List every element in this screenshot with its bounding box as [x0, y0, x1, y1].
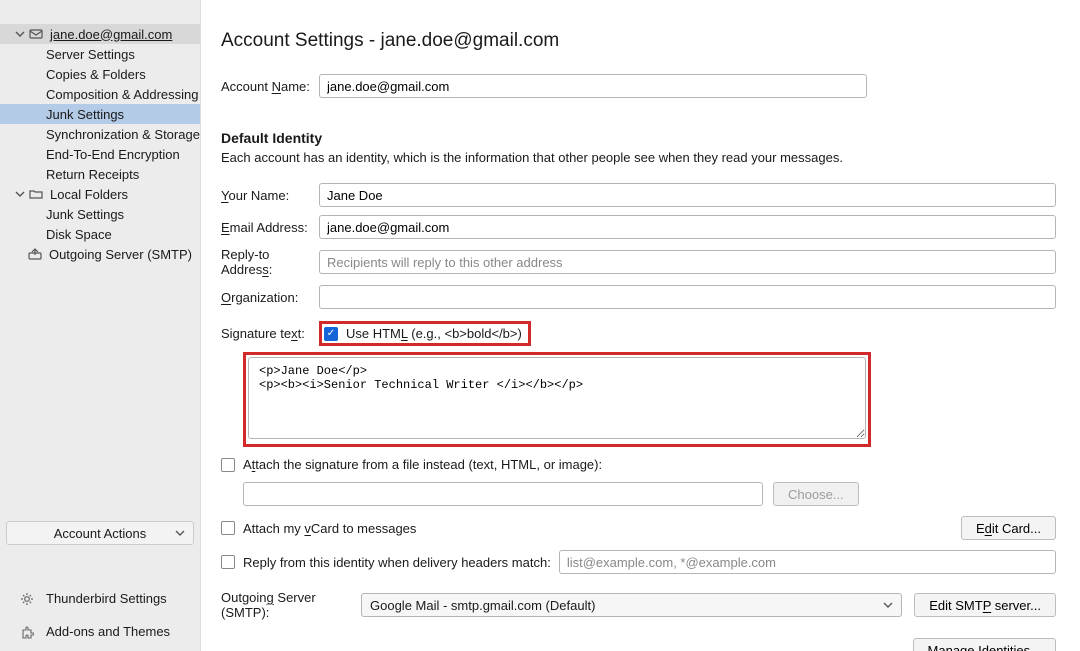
use-html-highlight: ✓ Use HTML (e.g., <b>bold</b>) [319, 321, 531, 346]
signature-highlight [243, 352, 871, 447]
sidebar-item-return-receipts[interactable]: Return Receipts [0, 164, 200, 184]
replyto-label: Reply-to Address: [221, 247, 319, 277]
sidebar-item-sync-storage[interactable]: Synchronization & Storage [0, 124, 200, 144]
choose-file-button[interactable]: Choose... [773, 482, 859, 506]
mail-account-icon [28, 26, 44, 42]
reply-match-label: Reply from this identity when delivery h… [243, 555, 551, 570]
local-folders-root[interactable]: Local Folders [0, 184, 200, 204]
your-name-input[interactable] [319, 183, 1056, 207]
attach-vcard-label: Attach my vCard to messages [243, 521, 416, 536]
sidebar-item-disk-space[interactable]: Disk Space [0, 224, 200, 244]
attach-sig-file-label: Attach the signature from a file instead… [243, 457, 602, 472]
default-identity-heading: Default Identity [221, 130, 1056, 146]
reply-match-input[interactable] [559, 550, 1056, 574]
chevron-down-icon [15, 29, 25, 39]
manage-identities-button[interactable]: Manage Identities... [913, 638, 1056, 651]
chevron-down-icon [15, 189, 25, 199]
sidebar-item-e2e[interactable]: End-To-End Encryption [0, 144, 200, 164]
sidebar-item-composition[interactable]: Composition & Addressing [0, 84, 200, 104]
sidebar-item-junk-settings[interactable]: Junk Settings [0, 104, 200, 124]
sidebar-item-copies-folders[interactable]: Copies & Folders [0, 64, 200, 84]
sig-file-path-input[interactable] [243, 482, 763, 506]
page-title: Account Settings - jane.doe@gmail.com [221, 30, 1056, 52]
email-label: Email Address: [221, 220, 319, 235]
edit-smtp-button[interactable]: Edit SMTP server... [914, 593, 1056, 617]
org-label: Organization: [221, 290, 319, 305]
account-email-label: jane.doe@gmail.com [50, 27, 192, 42]
use-html-checkbox[interactable]: ✓ Use HTML (e.g., <b>bold</b>) [324, 326, 522, 341]
email-input[interactable] [319, 215, 1056, 239]
smtp-label: Outgoing Server (SMTP): [221, 590, 349, 620]
account-actions-button[interactable]: Account Actions [6, 521, 194, 545]
sidebar-item-outgoing-smtp[interactable]: Outgoing Server (SMTP) [0, 244, 200, 264]
account-name-row: Account Name: [221, 74, 1056, 98]
default-identity-desc: Each account has an identity, which is t… [221, 150, 1056, 165]
sidebar: jane.doe@gmail.com Server Settings Copie… [0, 0, 201, 651]
your-name-label: Your Name: [221, 188, 319, 203]
thunderbird-settings-link[interactable]: Thunderbird Settings [6, 585, 194, 612]
attach-vcard-checkbox[interactable]: Attach my vCard to messages [221, 521, 416, 536]
gear-icon [20, 592, 36, 606]
main-panel: Account Settings - jane.doe@gmail.com Ac… [201, 0, 1080, 651]
outbox-icon [28, 246, 43, 262]
addons-themes-link[interactable]: Add-ons and Themes [6, 618, 194, 645]
organization-input[interactable] [319, 285, 1056, 309]
attach-sig-file-checkbox[interactable]: Attach the signature from a file instead… [221, 457, 602, 472]
signature-text-label: Signature text: [221, 326, 319, 341]
folder-icon [28, 186, 44, 202]
account-root-item[interactable]: jane.doe@gmail.com [0, 24, 200, 44]
replyto-input[interactable] [319, 250, 1056, 274]
smtp-select[interactable]: Google Mail - smtp.gmail.com (Default) [361, 593, 902, 617]
use-html-label: Use HTML (e.g., <b>bold</b>) [346, 326, 522, 341]
checkbox-box: ✓ [324, 327, 338, 341]
account-tree: jane.doe@gmail.com Server Settings Copie… [0, 24, 200, 515]
puzzle-icon [20, 625, 36, 639]
account-name-input[interactable] [319, 74, 867, 98]
edit-card-button[interactable]: Edit Card... [961, 516, 1056, 540]
chevron-down-icon [883, 600, 893, 610]
reply-match-checkbox[interactable]: Reply from this identity when delivery h… [221, 555, 551, 570]
sidebar-item-server-settings[interactable]: Server Settings [0, 44, 200, 64]
account-name-label: Account Name: [221, 79, 319, 94]
sidebar-item-local-junk[interactable]: Junk Settings [0, 204, 200, 224]
sidebar-bottom: Account Actions Thunderbird Settings Add… [0, 515, 200, 651]
chevron-down-icon [175, 528, 185, 538]
signature-textarea[interactable] [248, 357, 866, 439]
